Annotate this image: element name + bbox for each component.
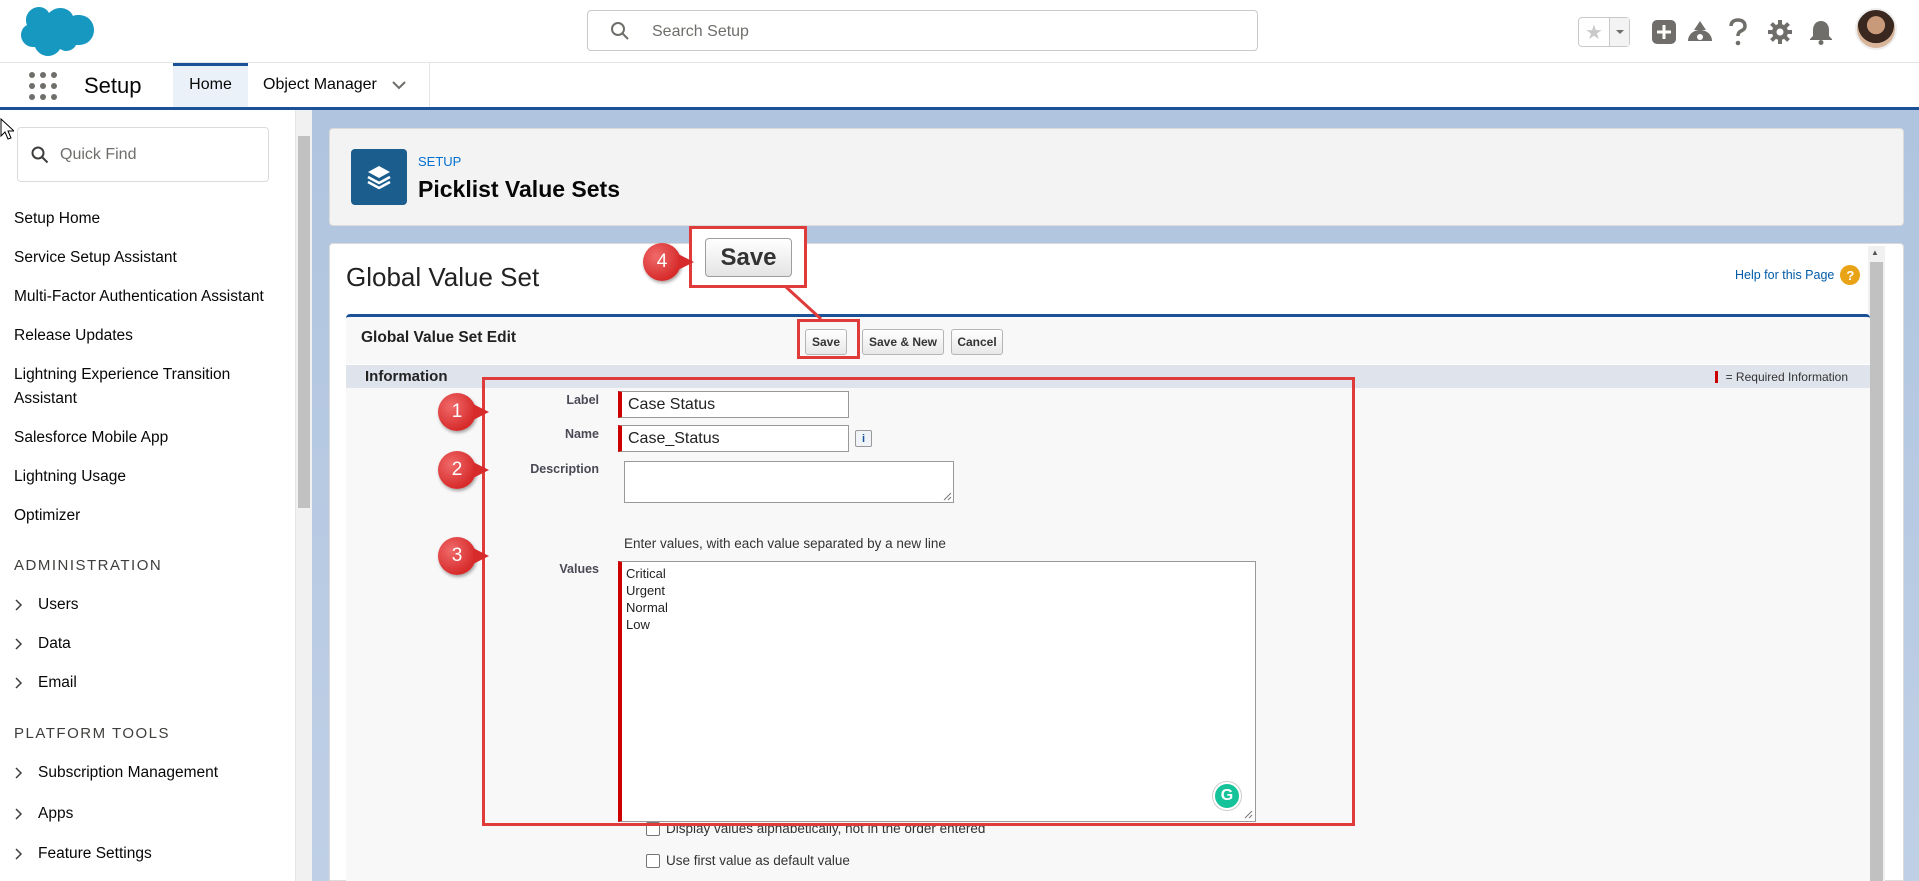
callout-connector [784,286,823,321]
sidebar-item-label: Email [38,674,77,691]
app-launcher-icon[interactable] [29,72,57,100]
tab-home[interactable]: Home [173,63,248,107]
setup-sidebar: Quick Find Setup Home Service Setup Assi… [0,110,296,881]
sidebar-item-label: Users [38,596,79,613]
step-3-badge: 3 [438,537,489,575]
layers-icon [351,149,407,205]
tab-home-label: Home [189,76,232,93]
save-callout: Save [689,226,807,288]
global-header: Search Setup ★ [0,0,1919,63]
sidebar-scrollbar-thumb[interactable] [298,136,310,508]
chevron-right-icon [15,848,23,860]
sidebar-item-service-setup-assistant[interactable]: Service Setup Assistant [14,246,177,270]
fields-highlight-box [482,377,1355,826]
chevron-right-icon [15,767,23,779]
sidebar-item-lightning-usage[interactable]: Lightning Usage [14,465,126,489]
help-icon[interactable] [1723,17,1753,47]
help-for-this-page-link[interactable]: Help for this Page ? [1735,265,1861,285]
sidebar-item-email[interactable]: Email [14,674,77,692]
content-scrollbar-thumb[interactable] [1870,262,1883,881]
chevron-down-icon[interactable] [391,77,407,93]
sidebar-item-label: Apps [38,805,74,822]
chevron-right-icon [15,638,23,650]
edit-block-title: Global Value Set Edit [361,329,517,346]
sidebar-item-setup-home[interactable]: Setup Home [14,207,100,231]
sidebar-heading-administration: ADMINISTRATION [14,557,163,574]
sidebar-item-optimizer[interactable]: Optimizer [14,504,80,528]
tab-object-manager-label: Object Manager [263,76,377,93]
sidebar-item-subscription-management[interactable]: Subscription Management [14,764,218,782]
add-icon[interactable] [1649,17,1679,47]
required-marker-icon [1714,371,1718,383]
save-button-highlight-box [797,319,860,359]
global-value-set-title: Global Value Set [346,262,540,292]
chevron-right-icon [15,808,23,820]
gear-icon[interactable] [1765,17,1795,47]
bell-icon[interactable] [1806,17,1836,47]
search-placeholder: Search Setup [652,23,749,40]
favorites-star-icon[interactable]: ★ [1579,18,1609,46]
salesforce-cloud-logo[interactable] [18,6,94,58]
avatar[interactable] [1855,8,1897,50]
checkbox-label: Use first value as default value [666,853,850,868]
help-link-label: Help for this Page [1735,268,1835,282]
sidebar-item-label: Subscription Management [38,764,219,781]
mouse-cursor-icon [0,118,14,140]
quick-find-placeholder: Quick Find [60,146,137,163]
sidebar-item-label: Feature Settings [38,845,152,862]
sidebar-item-users[interactable]: Users [14,596,78,614]
page-eyebrow: SETUP [418,154,462,169]
cancel-button[interactable]: Cancel [951,329,1003,355]
step-2-badge: 2 [438,451,489,489]
favorites-dropdown-icon[interactable] [1609,18,1629,46]
trailhead-icon[interactable] [1685,17,1715,47]
search-icon [611,22,629,40]
sidebar-item-label: Data [38,635,71,652]
use-first-value-default-option[interactable]: Use first value as default value [646,853,850,868]
step-4-badge: 4 [643,243,694,281]
required-information-legend: = Required Information [1714,370,1848,384]
sidebar-item-mobile-app[interactable]: Salesforce Mobile App [14,426,168,450]
tab-object-manager[interactable]: Object Manager [248,63,430,107]
sidebar-item-feature-settings[interactable]: Feature Settings [14,845,152,863]
page-header: SETUP Picklist Value Sets [329,128,1904,226]
help-icon[interactable]: ? [1840,265,1861,285]
sidebar-item-release-updates[interactable]: Release Updates [14,324,133,348]
app-name: Setup [84,73,142,98]
sidebar-item-lightning-transition-cont[interactable]: Assistant [14,387,77,411]
chevron-right-icon [15,599,23,611]
sidebar-heading-platform-tools: PLATFORM TOOLS [14,725,171,742]
page-title: Picklist Value Sets [418,176,621,202]
save-and-new-button[interactable]: Save & New [862,329,944,355]
search-icon [31,146,49,164]
sidebar-item-mfa-assistant[interactable]: Multi-Factor Authentication Assistant [14,285,264,309]
save-callout-button: Save [705,238,792,277]
information-section-title: Information [365,368,448,385]
scroll-up-arrow-icon[interactable]: ▲ [1871,248,1879,257]
use-first-value-default-checkbox[interactable] [646,853,660,868]
app-navigation-bar: Setup Home Object Manager [0,63,1919,110]
chevron-right-icon [15,677,23,689]
sidebar-item-apps[interactable]: Apps [14,805,73,823]
quick-find-input[interactable]: Quick Find [17,127,269,182]
search-setup-input[interactable]: Search Setup [587,10,1258,51]
required-info-text: = Required Information [1725,370,1848,384]
sidebar-item-lightning-transition[interactable]: Lightning Experience Transition [14,363,230,387]
favorites-button[interactable]: ★ [1578,17,1630,47]
step-1-badge: 1 [438,393,489,431]
sidebar-item-data[interactable]: Data [14,635,71,653]
